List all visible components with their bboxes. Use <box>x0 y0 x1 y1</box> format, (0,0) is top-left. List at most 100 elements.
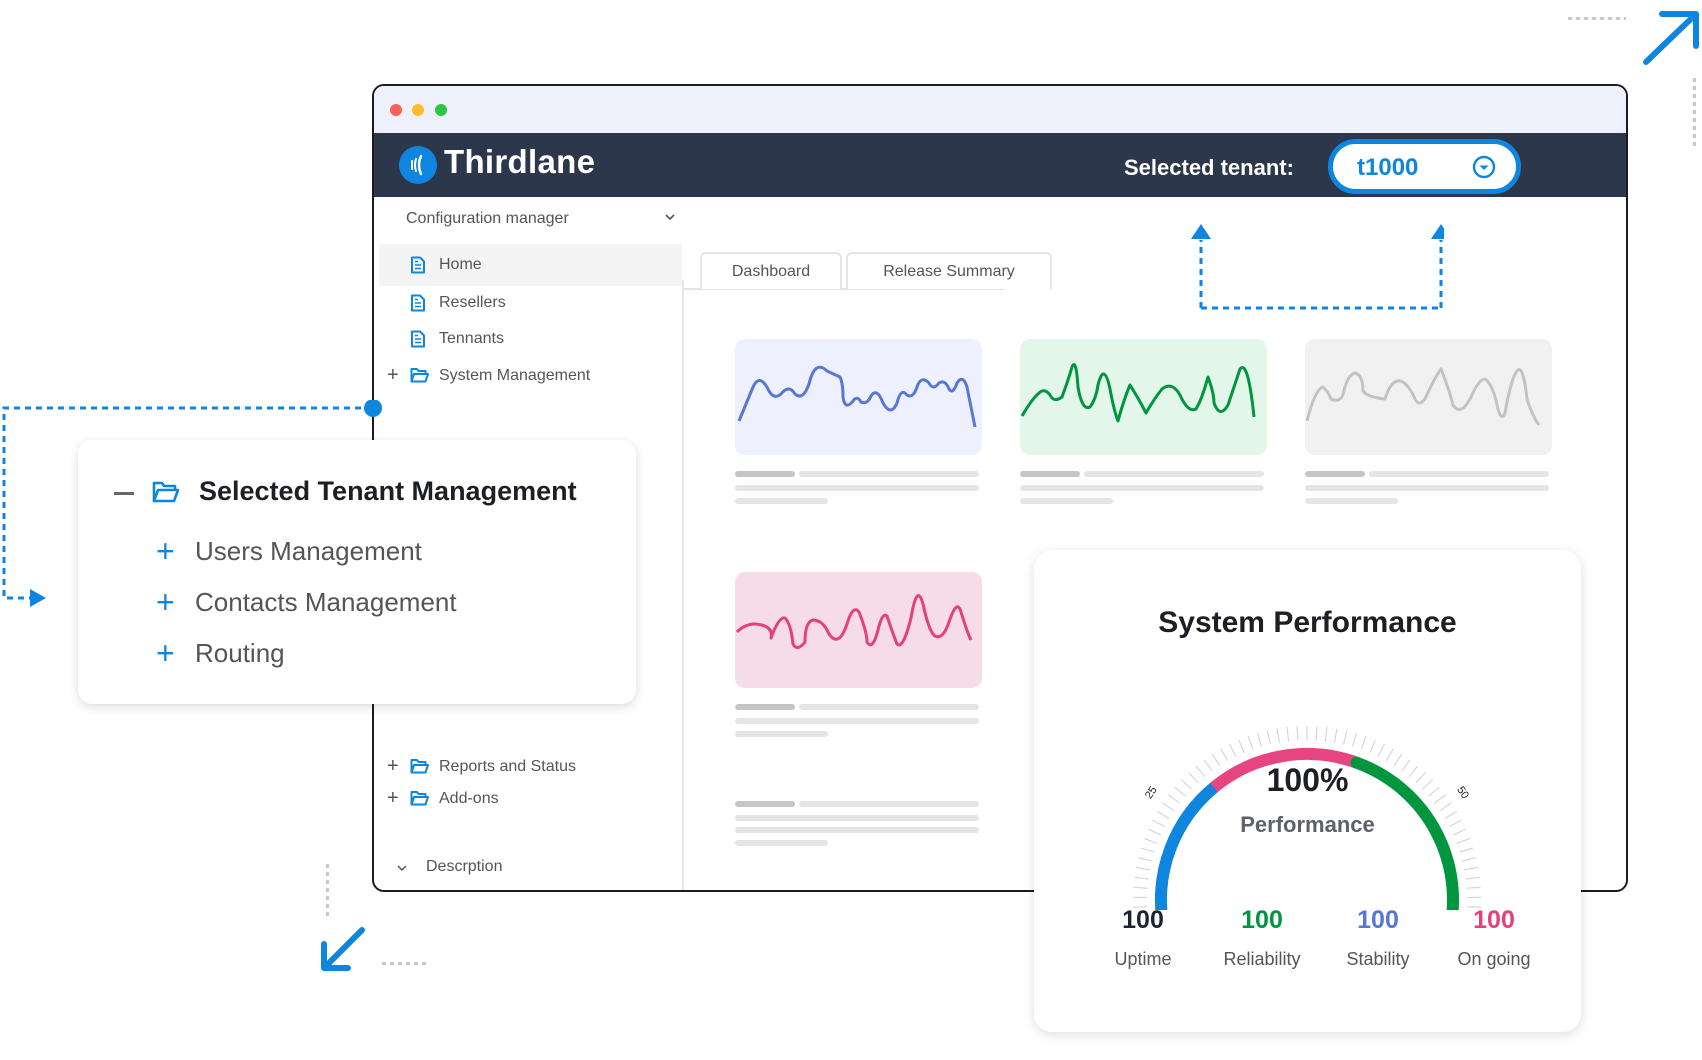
arrow-up-icon <box>1191 224 1211 239</box>
gauge-tick <box>1377 743 1385 757</box>
gauge-tick <box>1133 886 1148 889</box>
selected-tenant-label: Selected tenant: <box>1124 155 1294 180</box>
gauge-tick <box>1220 748 1229 762</box>
folder-icon <box>410 759 429 774</box>
gauge-tick <box>1229 743 1237 757</box>
expand-icon[interactable]: + <box>156 586 175 618</box>
stat-uptime: 100 Uptime <box>1083 906 1203 970</box>
gauge-tick <box>1439 802 1452 812</box>
preview-chart-pink <box>735 572 982 688</box>
gauge-tick <box>1385 748 1394 762</box>
stat-label: Stability <box>1346 949 1410 969</box>
gauge-segment <box>1155 781 1220 910</box>
sidebar-item-add-ons[interactable]: + Add-ons <box>379 778 682 820</box>
sidebar-item-system-management[interactable]: + System Management <box>379 355 682 397</box>
expand-icon[interactable]: + <box>387 788 399 808</box>
gauge-tick <box>1296 726 1299 741</box>
stat-label: Reliability <box>1223 949 1301 969</box>
gauge-tick <box>1257 733 1263 747</box>
gauge-tick <box>1134 876 1149 880</box>
performance-value: 100% <box>1266 762 1349 798</box>
sidebar-item-home[interactable]: Home <box>379 244 682 286</box>
gauge-tick <box>1247 736 1254 750</box>
system-performance-card: System Performance 02550100 100% Perform… <box>1034 550 1581 1032</box>
panel-item-label: Users Management <box>195 536 422 566</box>
stat-on-going: 100 On going <box>1434 906 1554 970</box>
expand-icon[interactable]: + <box>387 365 399 385</box>
panel-item-label: Routing <box>195 638 285 668</box>
maximize-window-button[interactable] <box>435 104 447 116</box>
gauge-tick <box>1360 736 1367 750</box>
sidebar-item-label: Home <box>439 256 482 273</box>
sidebar-item-label: Tennants <box>439 330 504 347</box>
arrow-up-right-icon <box>1643 11 1699 65</box>
gauge-tick <box>1462 857 1476 862</box>
gauge-tick <box>1162 802 1175 812</box>
stat-value: 100 <box>1241 906 1283 934</box>
arrow-right-icon <box>30 589 46 607</box>
gauge-tick <box>1138 857 1152 862</box>
sidebar-item-label: Resellers <box>439 294 506 311</box>
document-icon <box>411 330 425 348</box>
folder-open-icon <box>152 481 180 503</box>
preview-chart-gray <box>1305 339 1552 455</box>
preview-chart-green <box>1020 339 1267 455</box>
gauge-tick <box>1324 727 1328 742</box>
stat-stability: 100 Stability <box>1318 906 1438 970</box>
tenant-select[interactable]: t1000 <box>1328 139 1521 194</box>
stat-value: 100 <box>1122 906 1164 934</box>
gauge-tick <box>1135 866 1150 871</box>
sidebar-description-toggle[interactable]: Descrption <box>379 846 682 888</box>
expand-icon[interactable]: + <box>156 637 175 669</box>
tenant-management-panel: Selected Tenant Management + Users Manag… <box>78 440 636 704</box>
gauge-tick <box>1351 733 1357 747</box>
folder-icon <box>410 791 429 806</box>
gauge-tick <box>1343 730 1348 745</box>
gauge-tick <box>1238 739 1245 754</box>
gauge-tick <box>1334 728 1338 743</box>
preview-background <box>735 339 982 455</box>
decor-dash-right <box>1693 78 1696 146</box>
performance-title: System Performance <box>1158 606 1457 639</box>
gauge-tick <box>1315 726 1318 741</box>
window-titlebar <box>374 86 1626 133</box>
collapse-icon[interactable] <box>114 492 134 495</box>
sidebar-description-label: Descrption <box>426 858 503 875</box>
gauge-tick <box>1466 886 1481 889</box>
document-icon <box>411 256 425 274</box>
gauge-tick <box>1144 838 1158 844</box>
chevron-down-icon[interactable] <box>663 210 677 224</box>
arrow-up-icon <box>1431 224 1444 239</box>
chevron-down-circle-icon <box>1472 155 1496 179</box>
sidebar-divider <box>682 280 684 890</box>
decor-dash-bottom <box>382 962 428 965</box>
brand-name: Thirdlane <box>444 143 596 180</box>
gauge-tick <box>1459 847 1474 853</box>
sidebar-item-tennants[interactable]: Tennants <box>379 318 682 360</box>
gauge-tick <box>1266 730 1271 745</box>
arrow-down-left-icon <box>321 927 365 971</box>
preview-card-blue[interactable] <box>735 339 982 455</box>
connector-dot <box>364 400 382 417</box>
sidebar-title[interactable]: Configuration manager <box>406 210 569 228</box>
preview-card-green[interactable] <box>1020 339 1267 455</box>
gauge-tick <box>1286 727 1290 742</box>
gauge-tick <box>1140 847 1155 853</box>
minimize-window-button[interactable] <box>412 104 424 116</box>
stat-value: 100 <box>1357 906 1399 934</box>
preview-card-gray[interactable] <box>1305 339 1552 455</box>
sidebar-item-label: Add-ons <box>439 790 499 807</box>
app-header: Thirdlane Selected tenant: t1000 <box>374 133 1626 197</box>
expand-icon[interactable]: + <box>156 535 175 567</box>
document-icon <box>411 294 425 312</box>
close-window-button[interactable] <box>390 104 402 116</box>
tenant-connector <box>1191 224 1444 310</box>
gauge-tick <box>1464 866 1479 871</box>
preview-card-pink[interactable] <box>735 572 982 688</box>
tenant-value: t1000 <box>1357 154 1419 181</box>
tab-release-summary[interactable]: Release Summary <box>846 252 1052 289</box>
folder-icon <box>410 368 429 383</box>
expand-icon[interactable]: + <box>387 756 399 776</box>
tab-dashboard[interactable]: Dashboard <box>700 252 842 289</box>
stat-label: On going <box>1457 949 1531 969</box>
